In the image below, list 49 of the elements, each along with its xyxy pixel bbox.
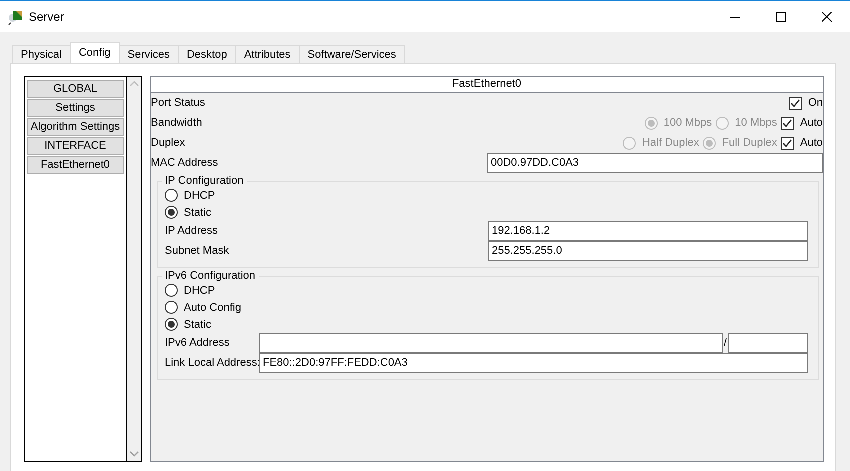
radio-option[interactable]: DHCP bbox=[165, 189, 216, 202]
tab[interactable]: Desktop bbox=[178, 45, 236, 63]
close-icon bbox=[822, 12, 832, 22]
input-field[interactable] bbox=[259, 333, 723, 353]
sidebar-item[interactable]: GLOBAL bbox=[27, 80, 124, 98]
radio-indicator[interactable] bbox=[165, 189, 178, 202]
field-label: Subnet Mask bbox=[165, 245, 230, 257]
tab[interactable]: Config bbox=[70, 42, 120, 63]
radio-option[interactable]: Static bbox=[165, 318, 212, 331]
field-label: MAC Address bbox=[151, 157, 218, 169]
radio-option[interactable]: DHCP bbox=[165, 284, 216, 297]
field-label: Duplex bbox=[151, 137, 186, 149]
checkbox[interactable] bbox=[789, 96, 802, 110]
radio-indicator[interactable] bbox=[165, 301, 178, 314]
scroll-down-icon[interactable] bbox=[130, 451, 138, 457]
sidebar-item[interactable]: Settings bbox=[27, 99, 124, 117]
input-field[interactable]: 255.255.255.0 bbox=[488, 241, 808, 261]
radio-option[interactable]: Auto Config bbox=[165, 301, 242, 314]
input-field[interactable]: 00D0.97DD.C0A3 bbox=[487, 153, 823, 173]
field-label: Port Status bbox=[151, 97, 206, 109]
tab[interactable]: Software/Services bbox=[298, 45, 406, 63]
field-label: IPv6 Address bbox=[165, 337, 231, 349]
maximize-icon bbox=[776, 12, 786, 22]
app-icon bbox=[8, 8, 24, 24]
checkbox-option[interactable]: Auto bbox=[781, 136, 823, 150]
radio-indicator[interactable] bbox=[165, 284, 178, 297]
checkbox[interactable] bbox=[781, 136, 794, 150]
group-title: IP Configuration bbox=[164, 175, 245, 187]
checkbox-option[interactable]: Auto bbox=[781, 116, 823, 130]
group-title: IPv6 Configuration bbox=[164, 270, 256, 282]
radio-indicator[interactable] bbox=[165, 318, 178, 331]
field-label: Bandwidth bbox=[151, 117, 202, 129]
input-field[interactable]: 192.168.1.2 bbox=[488, 221, 808, 241]
scrollbar[interactable] bbox=[127, 77, 141, 461]
field-label: Link Local Address: bbox=[165, 357, 259, 369]
sidebar-item[interactable]: INTERFACE bbox=[27, 137, 124, 155]
separator-text: / bbox=[722, 337, 728, 349]
checkbox[interactable] bbox=[781, 116, 794, 130]
radio-indicator[interactable] bbox=[165, 206, 178, 219]
sidebar-item[interactable]: FastEthernet0 bbox=[27, 156, 124, 174]
tab[interactable]: Physical bbox=[12, 45, 71, 63]
checkbox-option[interactable]: On bbox=[789, 96, 823, 110]
radio-option[interactable]: Static bbox=[165, 206, 212, 219]
prefix-field[interactable] bbox=[728, 333, 808, 353]
window-title: Server bbox=[29, 10, 66, 24]
field-label: IP Address bbox=[165, 225, 219, 237]
panel-header: FastEthernet0 bbox=[151, 77, 823, 93]
sidebar-item[interactable]: Algorithm Settings bbox=[27, 118, 124, 136]
input-field[interactable]: FE80::2D0:97FF:FEDD:C0A3 bbox=[259, 353, 808, 373]
